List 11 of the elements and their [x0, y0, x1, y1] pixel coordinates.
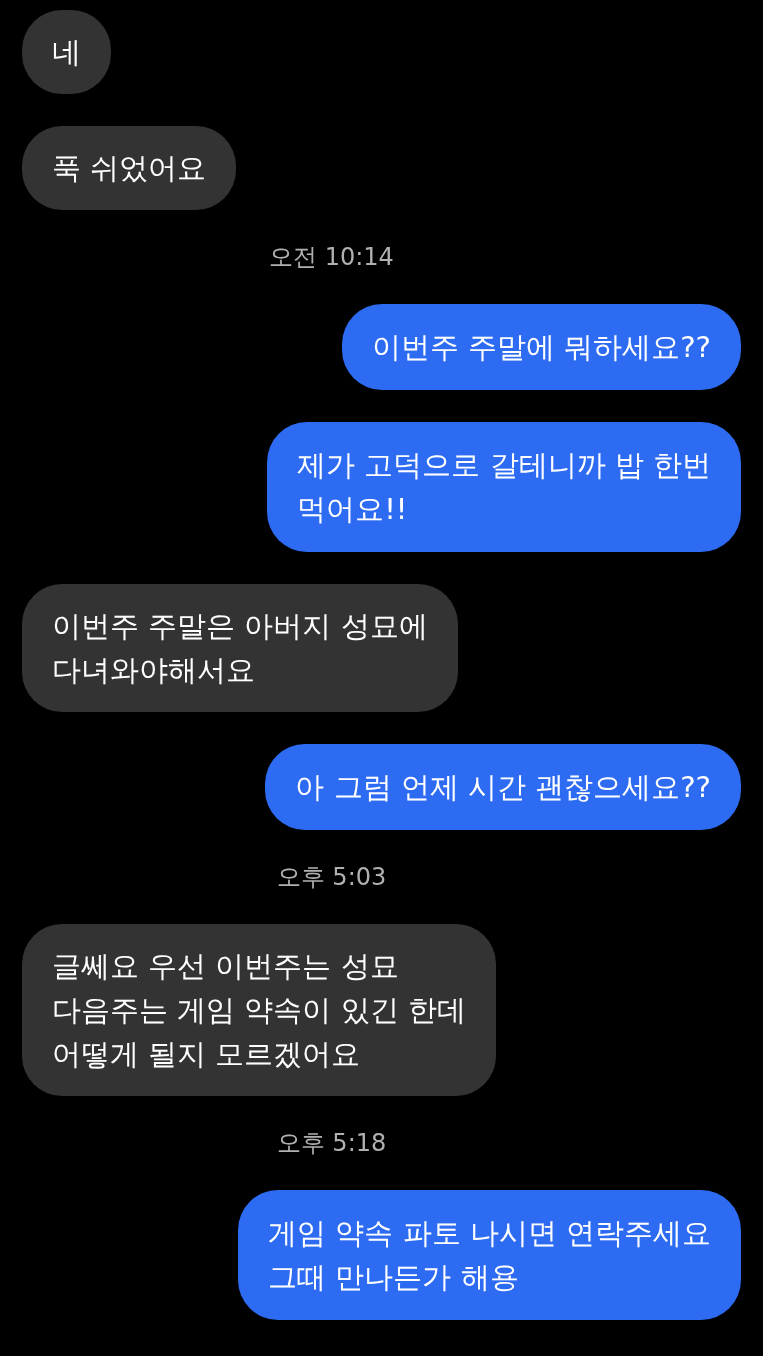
sent-message-bubble: 이번주 주말에 뭐하세요??	[341, 304, 741, 390]
received-message-bubble: 푹 쉬었어요	[22, 126, 237, 210]
timestamp: 오후 5:03	[276, 862, 387, 892]
sent-message-bubble: 제가 고덕으로 갈테니까 밥 한번 먹어요!!	[267, 422, 741, 552]
received-message-bubble: 이번주 주말은 아버지 성묘에 다녀와야해서요	[22, 584, 458, 712]
sent-message-bubble: 게임 약속 파토 나시면 연락주세요 그때 만나든가 해용	[238, 1190, 741, 1320]
received-message-bubble: 글쎄요 우선 이번주는 성묘 다음주는 게임 약속이 있긴 한데 어떻게 될지 모르겠어요	[22, 924, 496, 1096]
received-message-bubble: 네	[22, 10, 111, 94]
timestamp: 오전 10:14	[269, 242, 394, 272]
sent-message-bubble: 아 그럼 언제 시간 괜찮으세요??	[265, 744, 741, 830]
timestamp: 오후 5:18	[276, 1128, 387, 1158]
